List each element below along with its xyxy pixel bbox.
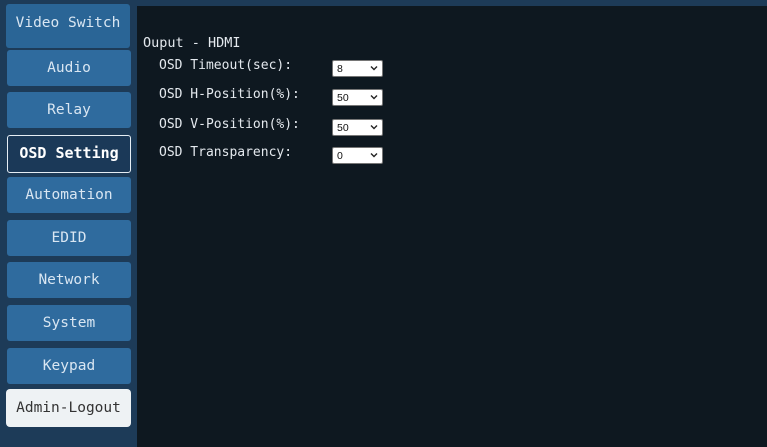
sidebar-item-system[interactable]: System bbox=[7, 305, 131, 341]
osd-v-position-value: 50 bbox=[337, 122, 349, 134]
osd-transparency-label: OSD Transparency: bbox=[159, 145, 293, 160]
osd-h-position-value: 50 bbox=[337, 92, 349, 104]
osd-transparency-value: 0 bbox=[337, 150, 343, 162]
osd-timeout-value: 8 bbox=[337, 63, 343, 75]
sidebar: Video Switch Audio Relay OSD Setting Aut… bbox=[0, 0, 138, 447]
sidebar-item-audio[interactable]: Audio bbox=[7, 50, 131, 86]
osd-v-position-label: OSD V-Position(%): bbox=[159, 117, 300, 132]
sidebar-item-video-switch[interactable]: Video Switch bbox=[6, 4, 130, 48]
sidebar-item-relay[interactable]: Relay bbox=[7, 92, 131, 128]
sidebar-item-automation[interactable]: Automation bbox=[7, 177, 131, 213]
sidebar-item-osd-setting[interactable]: OSD Setting bbox=[7, 135, 131, 173]
app-frame: Video Switch Audio Relay OSD Setting Aut… bbox=[0, 0, 767, 447]
sidebar-item-edid[interactable]: EDID bbox=[7, 220, 131, 256]
osd-v-position-select[interactable]: 50 bbox=[332, 119, 383, 136]
content-panel: Ouput - HDMI OSD Timeout(sec): 8 OSD H-P… bbox=[137, 6, 767, 447]
chevron-down-icon bbox=[370, 153, 378, 158]
chevron-down-icon bbox=[370, 66, 378, 71]
sidebar-item-admin-logout[interactable]: Admin-Logout bbox=[6, 389, 131, 427]
sidebar-item-keypad[interactable]: Keypad bbox=[7, 348, 131, 384]
osd-timeout-select[interactable]: 8 bbox=[332, 60, 383, 77]
osd-h-position-label: OSD H-Position(%): bbox=[159, 87, 300, 102]
sidebar-item-network[interactable]: Network bbox=[7, 262, 131, 298]
osd-h-position-select[interactable]: 50 bbox=[332, 89, 383, 106]
chevron-down-icon bbox=[370, 95, 378, 100]
osd-timeout-label: OSD Timeout(sec): bbox=[159, 58, 293, 73]
osd-transparency-select[interactable]: 0 bbox=[332, 147, 383, 164]
chevron-down-icon bbox=[370, 125, 378, 130]
section-title: Ouput - HDMI bbox=[143, 35, 241, 51]
